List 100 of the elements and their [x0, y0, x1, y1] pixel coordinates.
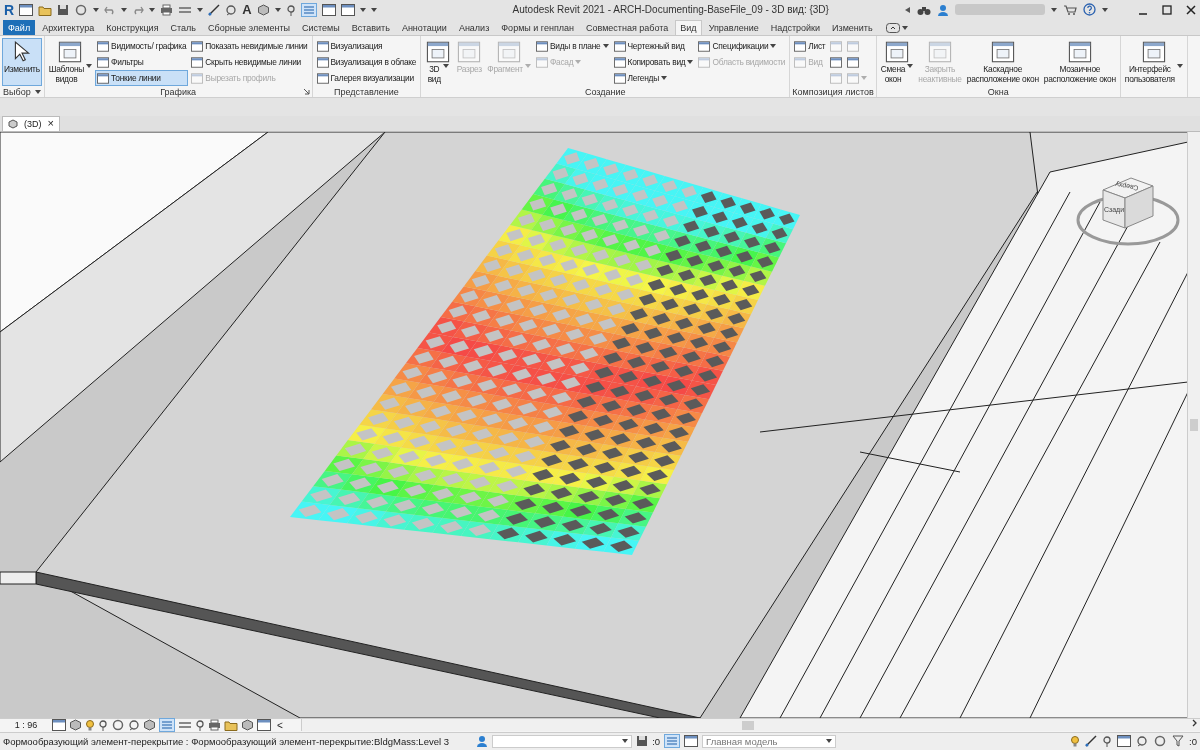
caret-icon[interactable] [274, 7, 281, 12]
window-icon[interactable] [257, 719, 271, 731]
ribbon-tab[interactable]: Вид [675, 20, 702, 35]
ribbon-tab[interactable]: Аннотации [396, 20, 452, 35]
ribbon-tab[interactable]: Совместная работа [581, 20, 674, 35]
printer-icon[interactable] [208, 719, 221, 731]
cube-icon[interactable] [256, 3, 270, 16]
ribbon-button[interactable]: Интерфейс пользователя [1122, 38, 1185, 86]
ribbon-button[interactable]: Визуализация в облаке [314, 54, 419, 70]
ribbon-button[interactable]: Визуализация [314, 38, 419, 54]
scroll-right-icon[interactable] [1192, 719, 1198, 727]
text-tool[interactable]: A [242, 2, 252, 18]
redo-icon[interactable] [132, 4, 145, 15]
close-icon[interactable] [1186, 4, 1196, 15]
close-tab-button[interactable]: × [47, 118, 54, 129]
design-option-dropdown[interactable]: Главная модель [702, 734, 837, 748]
ribbon-tab[interactable]: Изменить [827, 20, 878, 35]
ribbon-tab[interactable]: Вставить [346, 20, 395, 35]
bulb-icon[interactable] [1070, 735, 1081, 748]
caret-icon [826, 739, 833, 744]
caret-icon[interactable] [149, 7, 156, 12]
window-icon[interactable] [1117, 735, 1132, 748]
window-icon[interactable] [19, 3, 34, 16]
double-line-icon[interactable] [178, 720, 192, 730]
printer-icon[interactable] [160, 3, 174, 16]
ribbon-button[interactable]: Копировать вид [611, 54, 696, 70]
file-tab[interactable]: Файл [3, 20, 36, 35]
window-icon [457, 41, 482, 63]
ribbon-button[interactable]: Легенды [611, 70, 696, 86]
ribbon-button[interactable]: Каскадное расположение окон [964, 38, 1041, 86]
scroll-thumb[interactable] [742, 721, 754, 730]
ribbon-button[interactable]: Показать невидимые линии [189, 38, 310, 54]
ribbon-button[interactable]: Шаблоны видов [46, 38, 95, 86]
ribbon-tab[interactable]: Управление [703, 20, 764, 35]
window-icon [613, 72, 626, 84]
ribbon-button[interactable]: Фильтры [95, 54, 189, 70]
dialog-launcher-icon[interactable] [303, 89, 310, 95]
app-logo[interactable]: R [4, 1, 15, 18]
window-icon [426, 41, 451, 63]
window-icon[interactable] [340, 3, 355, 16]
ribbon-tab[interactable]: Анализ [453, 20, 495, 35]
caret-icon[interactable] [197, 7, 204, 12]
ribbon-button[interactable]: Видимость/ графика [95, 38, 189, 54]
view-scale[interactable]: 1 : 96 [0, 720, 52, 730]
caret-icon[interactable] [901, 25, 908, 30]
pin-icon[interactable] [1102, 735, 1113, 748]
collapse-button[interactable]: < [277, 719, 287, 731]
panel-toggle-icon[interactable] [885, 22, 900, 33]
caret-icon[interactable] [34, 89, 41, 94]
caret-icon[interactable] [1051, 7, 1057, 12]
icon-button[interactable] [828, 54, 845, 70]
ring-icon[interactable] [111, 719, 125, 731]
window-icon[interactable] [684, 735, 699, 748]
ribbon-tab[interactable]: Сталь [165, 20, 201, 35]
window-icon [613, 56, 626, 68]
line-icon[interactable] [1085, 735, 1098, 748]
ribbon-button[interactable]: 3D вид [423, 38, 454, 86]
horizontal-scrollbar[interactable] [301, 719, 1200, 731]
ribbon-button[interactable]: Галерея визуализации [314, 70, 419, 86]
ribbon-button[interactable]: Изменить [2, 38, 42, 86]
ribbon-button[interactable]: Тонкие линии [95, 70, 189, 86]
help-icon[interactable] [1083, 3, 1096, 17]
caret-icon[interactable] [121, 7, 128, 12]
ribbon-button[interactable]: Мозаичное расположение окон [1041, 38, 1118, 86]
filter-count: :0 [1189, 735, 1197, 747]
ribbon-button[interactable]: Лист [792, 38, 828, 54]
maximize-icon[interactable] [1162, 4, 1172, 15]
ring-icon[interactable] [74, 3, 89, 16]
ribbon-button[interactable]: Чертежный вид [611, 38, 696, 54]
ribbon-tab[interactable]: Конструкция [101, 20, 164, 35]
line-icon[interactable] [208, 3, 221, 16]
window-icon[interactable] [52, 719, 66, 731]
ribbon-button[interactable]: Скрыть невидимые линии [189, 54, 310, 70]
user-icon[interactable] [476, 735, 489, 748]
ribbon-tab[interactable]: Архитектура [37, 20, 100, 35]
scroll-thumb[interactable] [1190, 418, 1198, 431]
folder-icon[interactable] [38, 3, 53, 16]
window-icon [847, 56, 860, 68]
user-icon[interactable] [937, 3, 949, 16]
cart-icon[interactable] [1063, 3, 1077, 16]
window-icon[interactable] [321, 3, 336, 16]
pin-icon[interactable] [195, 719, 205, 731]
ribbon-button[interactable]: Виды в плане [533, 38, 611, 54]
caret-icon[interactable] [1102, 7, 1108, 12]
window-icon [58, 41, 83, 63]
vertical-scrollbar[interactable] [1187, 131, 1200, 718]
bulb-icon[interactable] [85, 719, 95, 731]
panel-title: Композиция листов [792, 86, 874, 97]
ribbon-tab[interactable]: Надстройки [765, 20, 826, 35]
ribbon-tab[interactable]: Сборные элементы [203, 20, 295, 35]
ribbon-button[interactable]: Спецификации [696, 38, 788, 54]
pin-icon[interactable] [98, 719, 108, 731]
ring-icon[interactable] [1153, 735, 1168, 748]
caret-icon [622, 739, 629, 744]
pin-icon[interactable] [285, 3, 296, 16]
ribbon-button[interactable]: Смена окон [878, 38, 916, 86]
ribbon-tab[interactable]: Системы [297, 20, 345, 35]
caret-icon[interactable] [93, 7, 100, 12]
ribbon-tab[interactable]: Формы и генплан [496, 20, 579, 35]
filter-icon[interactable] [1172, 735, 1185, 748]
